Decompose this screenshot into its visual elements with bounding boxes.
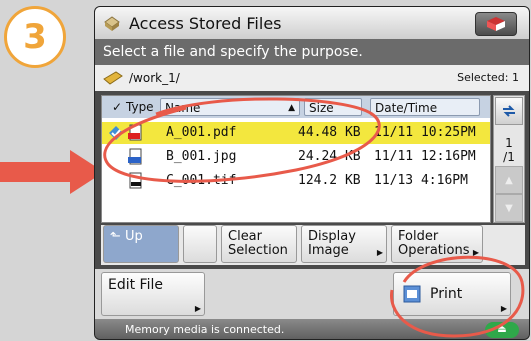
down-arrow-icon: ▼: [505, 202, 513, 214]
page-current: 1: [505, 136, 513, 150]
instruction-text: Select a file and specify the purpose.: [95, 39, 529, 65]
blank-button[interactable]: [183, 225, 217, 263]
title-bar: Access Stored Files: [95, 7, 529, 39]
app-switch-button[interactable]: [475, 12, 517, 36]
window-title: Access Stored Files: [129, 13, 282, 33]
media-path-icon: [103, 71, 123, 85]
selected-count: Selected: 1: [457, 71, 519, 84]
date-column-header[interactable]: Date/Time: [370, 98, 480, 116]
step-number-badge: 3: [4, 6, 66, 68]
step-number: 3: [23, 17, 47, 57]
cube-icon: [487, 17, 505, 31]
up-folder-icon: ⬑: [110, 229, 121, 244]
page-indicator: 1 /1: [494, 136, 524, 164]
display-image-label-1: Display: [308, 229, 356, 244]
up-button[interactable]: ⬑ Up: [103, 225, 179, 263]
file-highlight-annotation: [103, 97, 381, 183]
pointer-arrow-icon: [0, 150, 104, 194]
scroll-up-button[interactable]: ▲: [495, 166, 523, 194]
scroll-down-button[interactable]: ▼: [495, 194, 523, 222]
clear-selection-button[interactable]: Clear Selection: [221, 225, 297, 263]
stored-files-icon: [104, 16, 120, 31]
current-path: /work_1/: [129, 71, 180, 85]
list-side-controls: 1 /1 ▲ ▼: [493, 95, 525, 223]
triangle-right-icon: ▶: [194, 304, 201, 313]
refresh-icon: [503, 105, 515, 117]
print-highlight-annotation: [390, 255, 525, 338]
up-label: Up: [125, 229, 143, 244]
edit-file-label: Edit File: [108, 277, 163, 293]
display-image-label-2: Image: [308, 243, 349, 258]
file-date: 11/11 10:25PM: [374, 125, 476, 140]
refresh-button[interactable]: [495, 97, 523, 125]
display-image-button[interactable]: Display Image ▶: [301, 225, 387, 263]
status-text: Memory media is connected.: [125, 323, 285, 336]
up-arrow-icon: ▲: [505, 174, 513, 186]
clear-selection-label-2: Selection: [228, 243, 288, 258]
edit-file-button[interactable]: Edit File ▶: [101, 272, 205, 316]
file-date: 11/13 4:16PM: [374, 173, 468, 188]
file-date: 11/11 12:16PM: [374, 149, 476, 164]
page-total: /1: [503, 150, 515, 164]
triangle-right-icon: ▶: [376, 248, 383, 257]
clear-selection-label-1: Clear: [228, 229, 262, 244]
folder-operations-label-1: Folder: [398, 229, 439, 244]
